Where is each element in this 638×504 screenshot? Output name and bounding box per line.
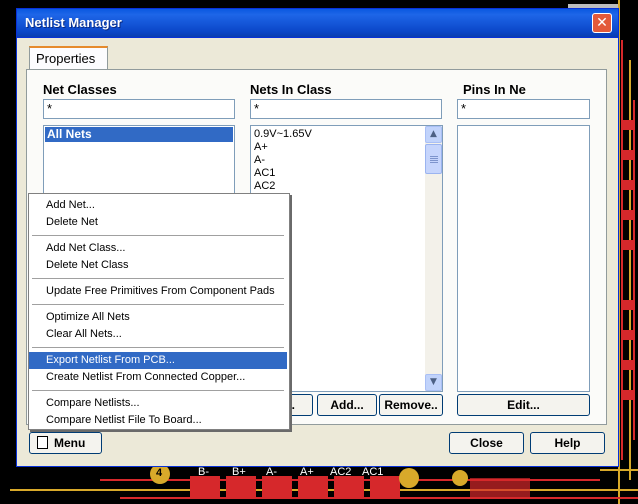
pcb-pad-label: 4	[156, 467, 163, 479]
pins-in-net-list[interactable]	[457, 125, 590, 392]
menu-item-add-net[interactable]: Add Net...	[29, 197, 287, 214]
list-item[interactable]: A+	[254, 141, 268, 154]
net-classes-label: Net Classes	[43, 82, 117, 97]
menu-separator	[32, 278, 284, 279]
menu-label: Menu	[54, 436, 86, 450]
title-bar[interactable]: Netlist Manager ✕	[17, 9, 618, 38]
scroll-up-icon[interactable]: ▲	[425, 126, 442, 143]
list-item[interactable]: AC1	[254, 167, 275, 180]
menu-item-delete-net[interactable]: Delete Net	[29, 214, 287, 231]
menu-item-create-netlist-from-copper[interactable]: Create Netlist From Connected Copper...	[29, 369, 287, 386]
pins-in-net-filter-input[interactable]: *	[457, 99, 590, 119]
tab-properties[interactable]: Properties	[29, 46, 108, 70]
menu-separator	[32, 347, 284, 348]
menu-item-compare-netlists[interactable]: Compare Netlists...	[29, 395, 287, 412]
pcb-pad-label: B+	[232, 466, 246, 478]
list-item[interactable]: AC2	[254, 180, 275, 193]
menu-item-optimize-all-nets[interactable]: Optimize All Nets	[29, 309, 287, 326]
remove-net-button[interactable]: Remove..	[379, 394, 443, 416]
menu-item-clear-all-nets[interactable]: Clear All Nets...	[29, 326, 287, 343]
pcb-pad-label: AC1	[362, 466, 384, 478]
pcb-pad-label: A+	[300, 466, 314, 478]
menu-item-export-netlist[interactable]: Export Netlist From PCB...	[29, 352, 287, 369]
menu-icon	[37, 436, 48, 449]
tab-label: Properties	[36, 51, 96, 66]
list-item[interactable]: All Nets	[45, 127, 233, 142]
nets-in-class-label: Nets In Class	[250, 82, 332, 97]
menu-item-update-free-primitives[interactable]: Update Free Primitives From Component Pa…	[29, 283, 287, 300]
context-menu: Add Net... Delete Net Add Net Class... D…	[28, 193, 290, 430]
net-classes-filter-input[interactable]: *	[43, 99, 235, 119]
pcb-pad-label: A-	[266, 466, 277, 478]
menu-item-add-net-class[interactable]: Add Net Class...	[29, 240, 287, 257]
menu-separator	[32, 304, 284, 305]
help-button[interactable]: Help	[530, 432, 605, 454]
window-title: Netlist Manager	[25, 15, 122, 30]
nets-in-class-filter-input[interactable]: *	[250, 99, 442, 119]
menu-item-compare-netlist-file[interactable]: Compare Netlist File To Board...	[29, 412, 287, 429]
nets-scrollbar[interactable]: ▲ ▼	[425, 126, 442, 391]
list-item[interactable]: 0.9V~1.65V	[254, 128, 312, 141]
menu-separator	[32, 235, 284, 236]
close-icon[interactable]: ✕	[592, 13, 612, 33]
add-net-button[interactable]: Add...	[317, 394, 377, 416]
edit-pin-button[interactable]: Edit...	[457, 394, 590, 416]
scroll-down-icon[interactable]: ▼	[425, 374, 442, 391]
menu-separator	[32, 390, 284, 391]
pcb-pad-label: B-	[198, 466, 209, 478]
list-item[interactable]: A-	[254, 154, 265, 167]
pins-in-net-label: Pins In Ne	[463, 82, 526, 97]
scroll-thumb[interactable]	[425, 144, 442, 174]
close-button[interactable]: Close	[449, 432, 524, 454]
menu-item-delete-net-class[interactable]: Delete Net Class	[29, 257, 287, 274]
pcb-pad-label: AC2	[330, 466, 352, 478]
